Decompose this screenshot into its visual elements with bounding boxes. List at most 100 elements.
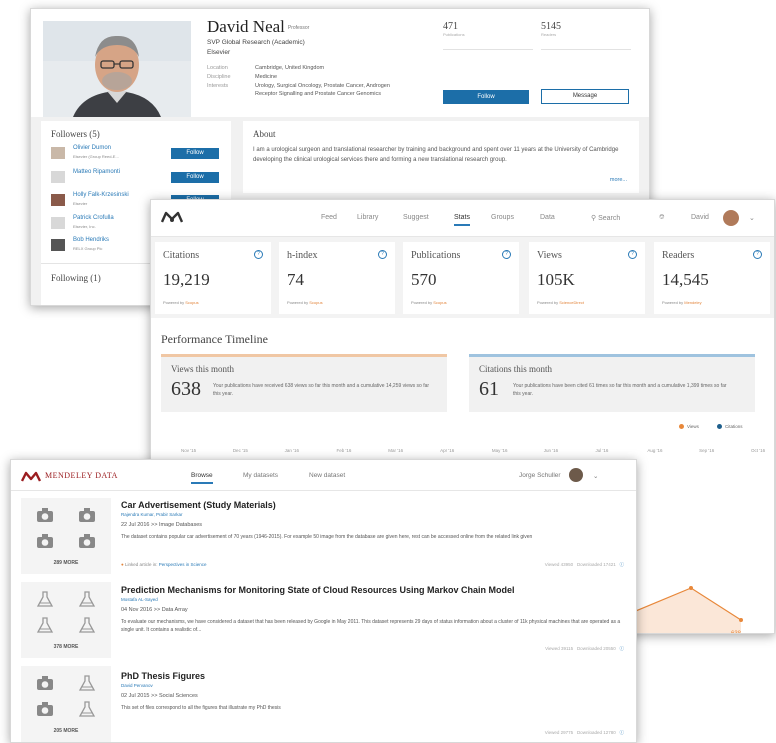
info-icon[interactable]: ? [753,250,762,259]
info-icon[interactable]: ? [254,250,263,259]
follower-name[interactable]: Matteo Ripamonti [73,169,120,175]
metric-source: Powered by ScienceDirect [537,300,584,305]
dataset-stats: Viewed 29775 Downloaded 12780 ⓘ [544,730,624,735]
more-files-label[interactable]: 205 MORE [21,728,111,734]
follower-org: Elsevier [73,201,88,206]
info-icon[interactable]: ? [378,250,387,259]
metric-citations: Citations ? 19,219 Powered by Scopus [155,242,271,314]
follower-item[interactable]: Olivier Dumon Elsevier (Group Reed-E... … [51,145,235,163]
dataset-description: To evaluate our mechanisms, we have cons… [121,619,621,633]
x-tick-label: Jun '16 [543,448,559,453]
chevron-down-icon[interactable]: ⌄ [749,214,755,222]
dataset-thumbnails[interactable]: 289 MORE [21,498,111,574]
nav-groups[interactable]: Groups [491,214,514,221]
dataset-stats: Viewed 43950 Downloaded 17421 ⓘ [544,562,625,567]
nav-data[interactable]: Data [540,214,555,221]
top-nav: Feed Library Suggest Stats Groups Data ⚲… [151,200,774,237]
views-month-title: Views this month [171,364,234,374]
linked-article[interactable]: ● Linked article in: Perspectives in Sci… [121,562,207,567]
profile-org: Elsevier [207,49,231,56]
dataset-thumbnails[interactable]: 205 MORE [21,666,111,742]
follower-org: Elsevier (Group Reed-E... [73,154,119,159]
metric-h-index: h-index ? 74 Powered by Scopus [279,242,395,314]
mendeley-logo-icon[interactable] [160,210,184,229]
nav-suggest[interactable]: Suggest [403,214,429,221]
metric-source: Powered by Mendeley [662,300,702,305]
follower-org: Elsevier, Inc. [73,224,96,229]
views-point[interactable] [689,586,693,590]
info-icon: ⓘ [619,562,625,567]
dataset-authors[interactable]: Mostafa AL-Sayed [121,597,158,602]
nav-library[interactable]: Library [357,214,378,221]
dataset-title[interactable]: Car Advertisement (Study Materials) [121,500,276,510]
views-month-desc: Your publications have received 638 view… [213,383,430,397]
follower-name[interactable]: Bob Hendriks [73,237,109,243]
nav-new-dataset[interactable]: New dataset [309,472,345,479]
flask-icon [27,614,63,636]
search-button[interactable]: ⚲ Search [591,214,620,222]
about-text: I am a urological surgeon and translatio… [253,147,619,163]
nav-browse[interactable]: Browse [191,472,213,484]
profile-name: David Neal Professor [207,17,310,36]
bell-icon[interactable]: ⎊ [659,214,665,222]
mendeley-logo-icon[interactable] [20,470,42,488]
nav-my-datasets[interactable]: My datasets [243,472,278,479]
x-tick-label: Dec '15 [232,448,248,453]
info-icon[interactable]: ? [502,250,511,259]
dataset-meta: 22 Jul 2016 >> Image Databases [121,522,203,528]
chevron-down-icon[interactable]: ⌄ [593,472,598,480]
publications-stat: 471 Publications [443,21,533,50]
follower-name[interactable]: Holly Falk-Krzesinski [73,192,129,198]
user-name[interactable]: Jorge Schuller [519,472,561,479]
views-bar [161,354,447,357]
views-month-value: 638 [171,378,201,400]
follow-button[interactable]: Follow [171,172,219,183]
metric-value: 19,219 [163,270,210,289]
profile-photo [43,21,191,117]
follower-item[interactable]: Matteo Ripamonti Follow [51,169,235,187]
follow-button[interactable]: Follow [171,148,219,159]
search-icon: ⚲ [591,215,597,222]
flask-icon [69,588,105,610]
more-files-label[interactable]: 378 MORE [21,644,111,650]
flask-icon [69,698,105,720]
nav-stats[interactable]: Stats [454,214,470,226]
followers-title: Followers (5) [51,129,100,139]
follower-name[interactable]: Olivier Dumon [73,145,111,151]
info-icon: ⓘ [619,646,625,651]
datasets-header: MENDELEY DATA Browse My datasets New dat… [11,460,636,491]
x-tick-label: May '16 [491,448,508,453]
message-button[interactable]: Message [541,89,629,104]
dataset-authors[interactable]: Rajendra Kumar, Prabir Sarkar [121,512,183,517]
avatar [51,217,65,229]
x-tick-label: Mar '16 [388,448,404,453]
brand-name: MENDELEY DATA [45,471,118,480]
dataset-title[interactable]: PhD Thesis Figures [121,671,205,681]
dataset-description: This set of files correspond to all the … [121,705,281,711]
more-files-label[interactable]: 289 MORE [21,560,111,566]
metric-publications: Publications ? 570 Powered by Scopus [403,242,519,314]
metric-value: 570 [411,270,437,289]
user-name[interactable]: David [691,214,709,221]
dataset-authors[interactable]: David Pervanov [121,683,153,688]
follower-name[interactable]: Patrick Crofulla [73,215,114,221]
metric-source: Powered by Scopus [411,300,447,305]
avatar[interactable] [569,468,583,482]
profile-header: David Neal Professor SVP Global Research … [31,9,649,117]
avatar[interactable] [723,210,739,226]
flask-icon [27,588,63,610]
dataset-thumbnails[interactable]: 378 MORE [21,582,111,658]
x-tick-label: Nov '15 [181,448,197,453]
nav-feed[interactable]: Feed [321,214,337,221]
profile-role: Professor [287,25,310,32]
info-icon[interactable]: ? [628,250,637,259]
dataset-title[interactable]: Prediction Mechanisms for Monitoring Sta… [121,585,515,595]
more-link[interactable]: more... [610,177,627,183]
flask-icon [69,614,105,636]
metric-value: 74 [287,270,304,289]
metric-label: h-index [287,250,318,261]
metric-source: Powered by Scopus [287,300,323,305]
follower-org: RELX Group Plc [73,246,103,251]
avatar [51,239,65,251]
follow-button[interactable]: Follow [443,90,529,104]
